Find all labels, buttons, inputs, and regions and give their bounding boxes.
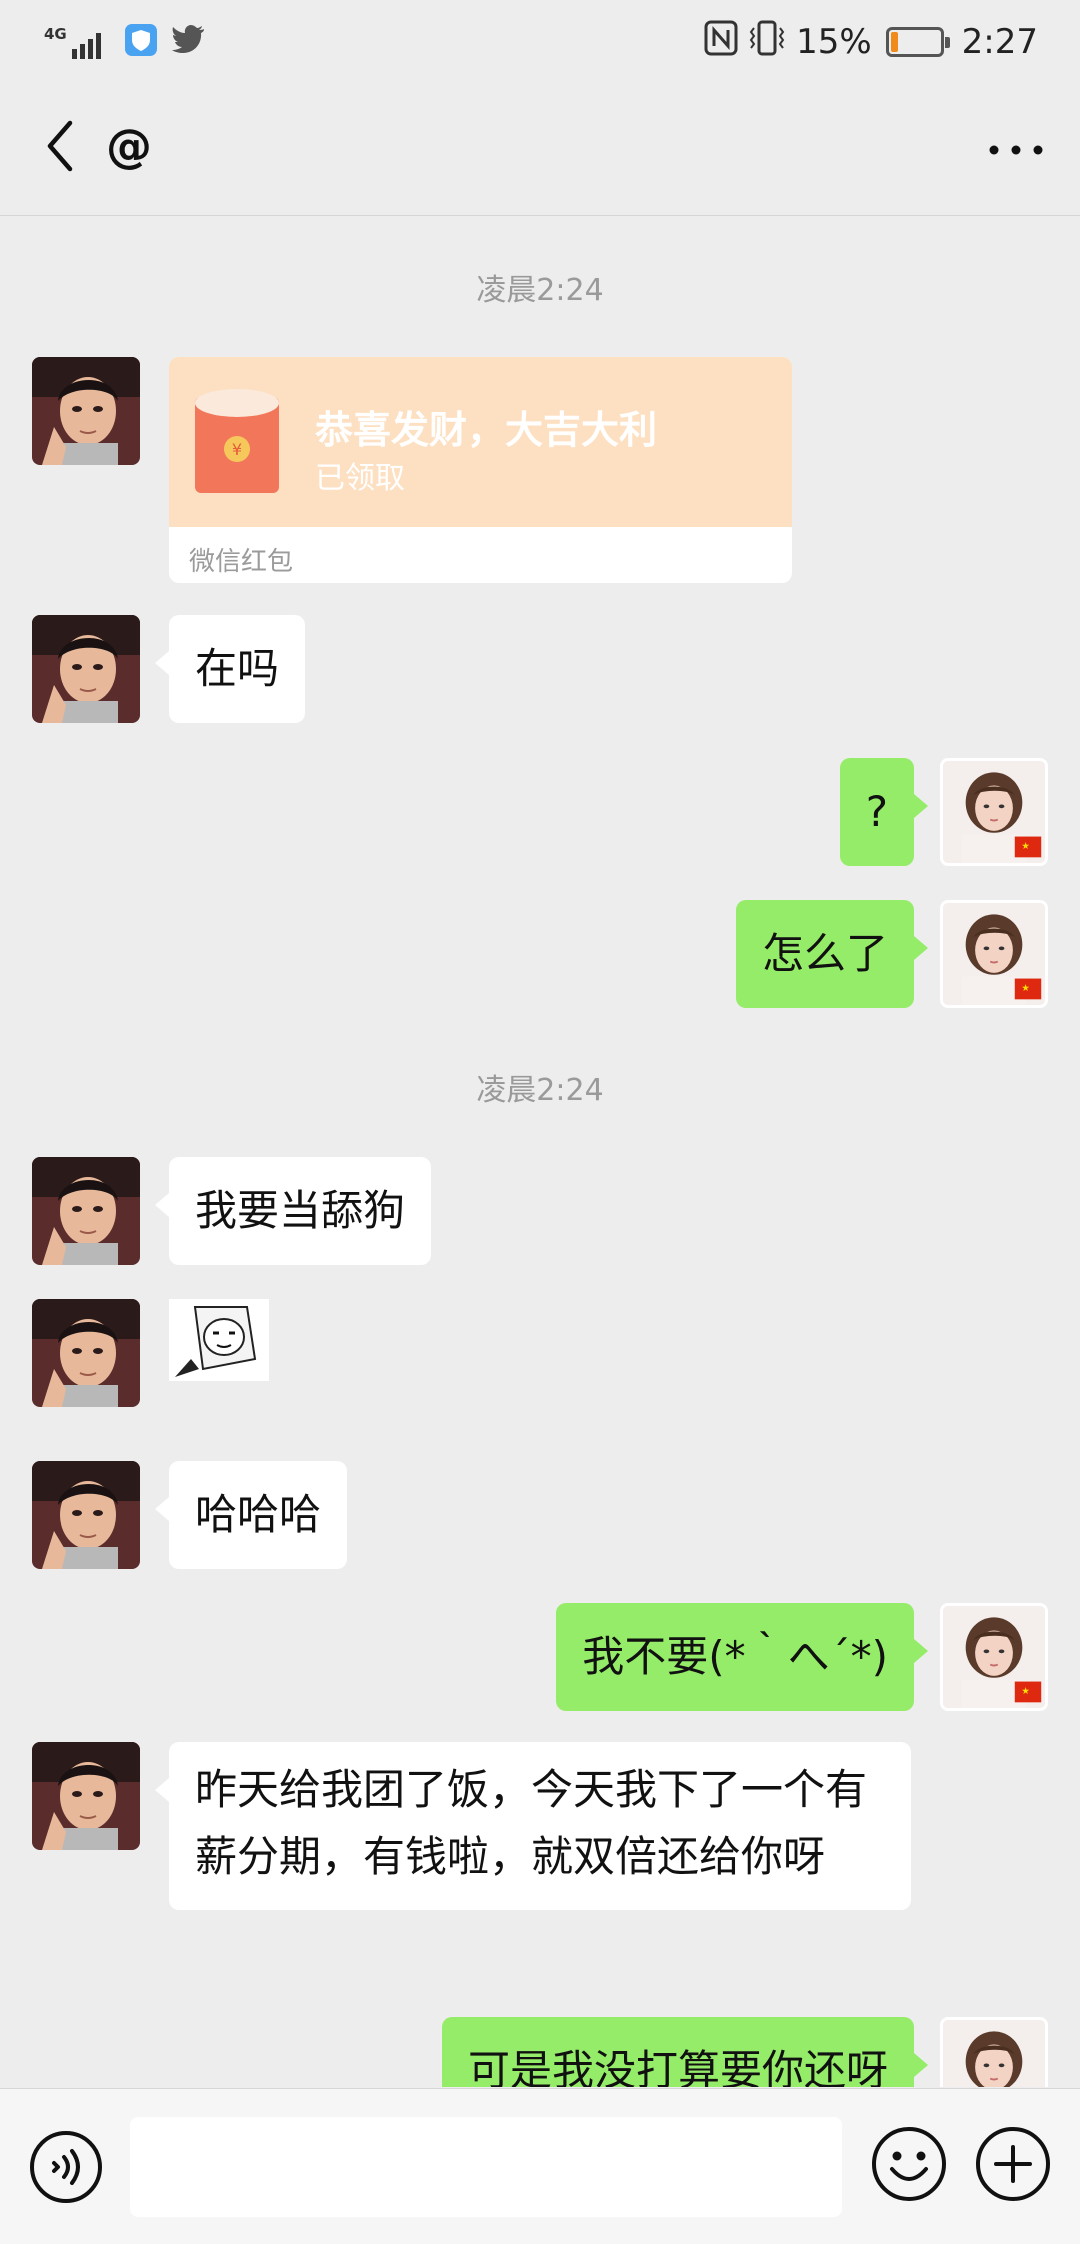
cell-signal-icon: 4G xyxy=(44,25,110,59)
red-packet-status: 已领取 xyxy=(315,461,405,496)
nfc-icon xyxy=(704,20,738,65)
avatar[interactable] xyxy=(940,758,1048,866)
message-input[interactable] xyxy=(130,2117,842,2217)
avatar[interactable] xyxy=(32,1461,140,1569)
red-packet-body: ¥ 恭喜发财，大吉大利 已领取 xyxy=(169,357,792,527)
voice-button[interactable] xyxy=(28,2129,104,2205)
red-envelope-icon: ¥ xyxy=(195,389,279,493)
twitter-icon xyxy=(171,25,206,59)
message-bubble[interactable]: 在吗 xyxy=(154,615,306,723)
message-bubble[interactable]: 昨天给我团了饭，今天我下了一个有薪分期，有钱啦，就双倍还给你呀 xyxy=(155,1742,911,1910)
status-left: 4G xyxy=(44,22,206,62)
message-bubble[interactable]: 哈哈哈 xyxy=(154,1461,348,1569)
battery-level-fill xyxy=(890,32,899,52)
message-bubble[interactable]: 可是我没打算要你还呀 xyxy=(441,2017,929,2087)
red-packet-title: 恭喜发财，大吉大利 xyxy=(315,408,658,452)
timestamp: 凌晨2:24 xyxy=(476,1073,604,1108)
more-options-button[interactable] xyxy=(980,120,1052,180)
more-functions-button[interactable] xyxy=(974,2125,1052,2203)
input-bar xyxy=(0,2088,1080,2244)
red-packet-label: 微信红包 xyxy=(189,547,294,577)
battery-percent: 15% xyxy=(796,22,872,62)
voice-icon xyxy=(30,2131,102,2203)
message-bubble[interactable]: 我不要(*｀へ´*) xyxy=(556,1603,928,1711)
plus-icon xyxy=(976,2127,1050,2201)
chevron-left-icon xyxy=(47,120,73,172)
network-type: 4G xyxy=(44,25,67,43)
avatar[interactable] xyxy=(32,1157,140,1265)
message-bubble[interactable]: ? xyxy=(839,758,929,866)
battery-icon xyxy=(885,27,950,57)
smiley-icon xyxy=(872,2127,946,2201)
avatar[interactable] xyxy=(32,1299,140,1407)
timestamp: 凌晨2:24 xyxy=(476,273,604,308)
avatar[interactable] xyxy=(32,615,140,723)
avatar[interactable] xyxy=(940,900,1048,1008)
meme-face-icon xyxy=(169,1299,269,1381)
avatar[interactable] xyxy=(32,357,140,465)
emoji-button[interactable] xyxy=(870,2125,948,2203)
sticker-message[interactable] xyxy=(169,1299,269,1381)
status-right: 15% 2:27 xyxy=(704,18,1038,66)
message-bubble[interactable]: 怎么了 xyxy=(735,900,929,1008)
status-bar: 4G 15% 2:27 xyxy=(0,0,1080,84)
back-button[interactable] xyxy=(30,114,94,178)
red-packet-message[interactable]: ¥ 恭喜发财，大吉大利 已领取 微信红包 xyxy=(169,357,792,583)
chat-header: @ xyxy=(0,84,1080,216)
clock: 2:27 xyxy=(961,22,1038,62)
ellipsis-icon xyxy=(989,145,1043,155)
shield-icon xyxy=(124,23,158,61)
svg-text:¥: ¥ xyxy=(232,440,242,459)
chat-messages[interactable]: 凌晨2:24 ¥ 恭喜发财，大吉大利 已领取 微信红包 在吗 ? 怎么了 凌晨2… xyxy=(0,217,1080,2087)
chat-title: @ xyxy=(106,119,152,173)
vibrate-icon xyxy=(748,20,786,65)
avatar[interactable] xyxy=(940,1603,1048,1711)
avatar[interactable] xyxy=(940,2017,1048,2087)
avatar[interactable] xyxy=(32,1742,140,1850)
message-bubble[interactable]: 我要当舔狗 xyxy=(154,1157,432,1265)
